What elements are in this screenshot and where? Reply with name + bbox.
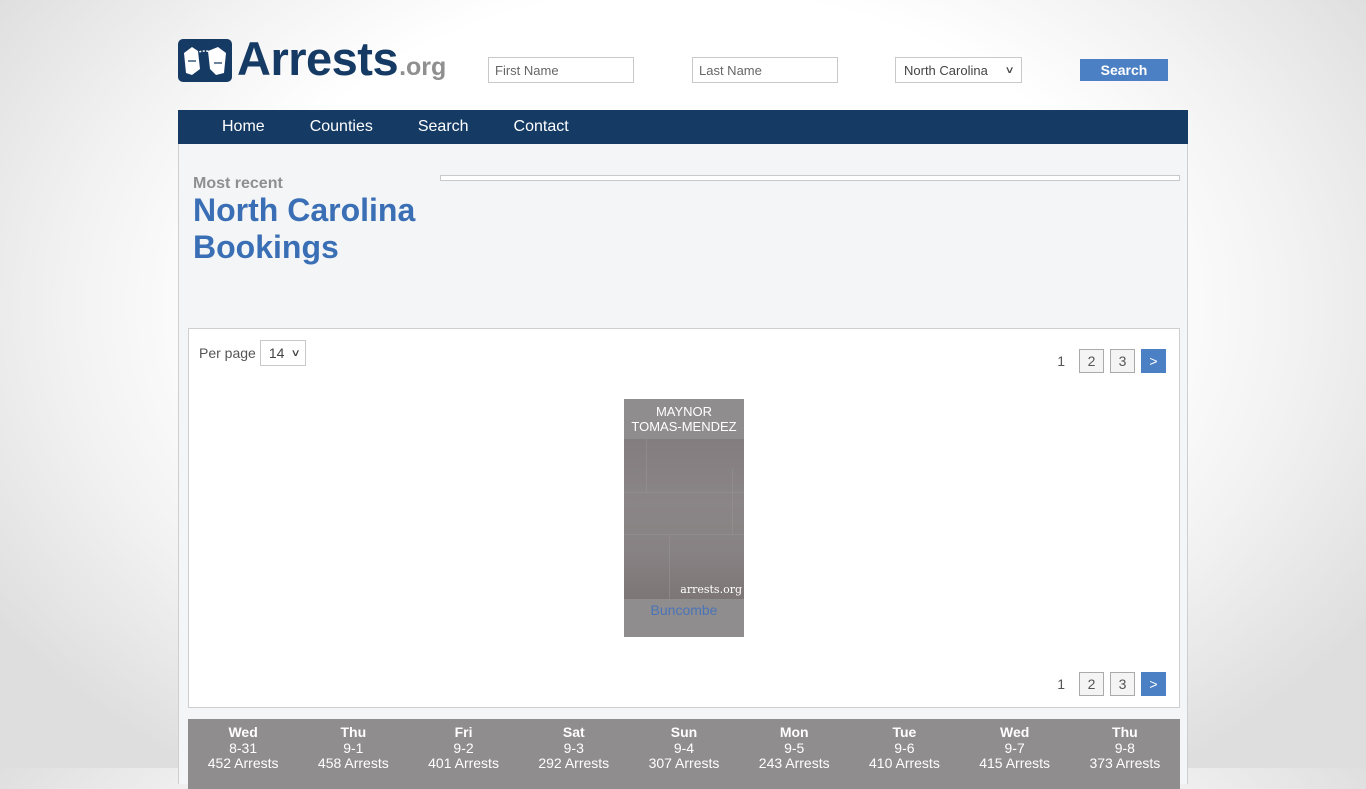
day-item[interactable]: Sun 9-4 307 Arrests	[629, 719, 739, 789]
site-header: Arrests .org North Carolina ∨ Search	[178, 34, 1188, 90]
day-item[interactable]: Fri 9-2 401 Arrests	[408, 719, 518, 789]
day-name: Sun	[670, 724, 698, 740]
nav-search[interactable]: Search	[418, 118, 469, 136]
next-page-button[interactable]: >	[1141, 349, 1166, 373]
pagination-bottom: 1 2 3 >	[1057, 672, 1166, 696]
per-page-label: Per page	[199, 345, 256, 361]
day-count: 292 Arrests	[538, 755, 610, 771]
day-item[interactable]: Tue 9-6 410 Arrests	[849, 719, 959, 789]
page-2-button[interactable]: 2	[1079, 672, 1104, 696]
day-date: 9-6	[894, 739, 915, 756]
per-page-select[interactable]: 14 ∨	[259, 340, 306, 366]
page-3-button[interactable]: 3	[1110, 349, 1135, 373]
day-count: 401 Arrests	[428, 755, 499, 771]
day-date: 9-2	[453, 739, 474, 756]
day-date: 9-5	[784, 739, 805, 756]
day-count: 415 Arrests	[979, 755, 1051, 771]
day-item[interactable]: Sat 9-3 292 Arrests	[519, 719, 629, 789]
page-3-button[interactable]: 3	[1110, 672, 1135, 696]
per-page-value: 14	[268, 345, 285, 361]
handcuffs-icon	[178, 39, 232, 82]
day-name: Wed	[999, 724, 1030, 740]
day-date: 8-31	[229, 739, 258, 756]
day-date: 9-3	[563, 739, 584, 756]
nav-contact[interactable]: Contact	[514, 118, 569, 136]
day-name: Wed	[228, 724, 258, 740]
chevron-down-icon: ∨	[1004, 64, 1015, 76]
photo-watermark: arrests.org	[680, 583, 742, 596]
daily-arrests-bar: Wed 8-31 452 Arrests Thu 9-1 458 Arrests Fri…	[188, 719, 1180, 789]
day-date: 9-8	[1114, 739, 1135, 756]
site-logo[interactable]: Arrests .org	[178, 32, 447, 85]
day-item[interactable]: Mon 9-5 243 Arrests	[739, 719, 849, 789]
day-count: 452 Arrests	[207, 755, 279, 771]
day-count: 243 Arrests	[758, 755, 830, 771]
current-page: 1	[1057, 676, 1065, 692]
booking-card[interactable]: MAYNOR TOMAS-MENDEZ arrests.org Buncombe	[624, 399, 744, 637]
page-title: North Carolina Bookings	[193, 192, 416, 265]
day-item[interactable]: Wed 9-7 415 Arrests	[960, 719, 1070, 789]
day-count: 410 Arrests	[869, 755, 940, 771]
day-item[interactable]: Thu 9-1 458 Arrests	[298, 719, 408, 789]
booking-last-name: TOMAS-MENDEZ	[631, 419, 737, 434]
main-nav: Home Counties Search Contact	[178, 110, 1188, 144]
page-subtitle: Most recent	[193, 175, 283, 192]
day-name: Thu	[340, 724, 367, 740]
first-name-input[interactable]	[488, 57, 634, 83]
day-item[interactable]: Thu 9-8 373 Arrests	[1070, 719, 1180, 789]
day-name: Thu	[1112, 724, 1138, 740]
day-name: Tue	[892, 724, 917, 740]
day-count: 307 Arrests	[648, 755, 720, 771]
booking-photo[interactable]: arrests.org	[624, 439, 744, 599]
day-count: 458 Arrests	[317, 755, 389, 771]
nav-home[interactable]: Home	[222, 118, 265, 136]
day-date: 9-4	[673, 739, 695, 756]
booking-name: MAYNOR TOMAS-MENDEZ	[624, 399, 744, 439]
day-name: Sat	[562, 724, 585, 740]
day-item[interactable]: Wed 8-31 452 Arrests	[188, 719, 298, 789]
day-date: 9-1	[343, 739, 364, 756]
next-page-button[interactable]: >	[1141, 672, 1166, 696]
pagination-top: 1 2 3 >	[1057, 349, 1166, 373]
page-2-button[interactable]: 2	[1079, 349, 1104, 373]
state-select[interactable]: North Carolina ∨	[895, 57, 1022, 83]
day-name: Mon	[779, 724, 809, 740]
ad-placeholder	[440, 175, 1180, 181]
logo-tld: .org	[399, 53, 447, 81]
nav-counties[interactable]: Counties	[310, 118, 373, 136]
bookings-panel: Per page 14 ∨ 1 2 3 > MAYNOR TOMAS-MENDE…	[188, 328, 1180, 708]
day-name: Fri	[454, 724, 473, 740]
chevron-down-icon: ∨	[290, 347, 301, 359]
day-count: 373 Arrests	[1089, 755, 1161, 771]
state-select-value: North Carolina	[904, 62, 988, 78]
search-button[interactable]: Search	[1080, 59, 1168, 81]
per-page-control: Per page 14 ∨	[199, 340, 306, 366]
main-content: Most recent North Carolina Bookings Per …	[178, 144, 1188, 789]
booking-county-link[interactable]: Buncombe	[624, 602, 744, 618]
day-date: 9-7	[1004, 739, 1025, 756]
current-page: 1	[1057, 353, 1065, 369]
last-name-input[interactable]	[692, 57, 838, 83]
logo-text: Arrests	[237, 32, 399, 85]
booking-first-name: MAYNOR	[655, 404, 713, 419]
